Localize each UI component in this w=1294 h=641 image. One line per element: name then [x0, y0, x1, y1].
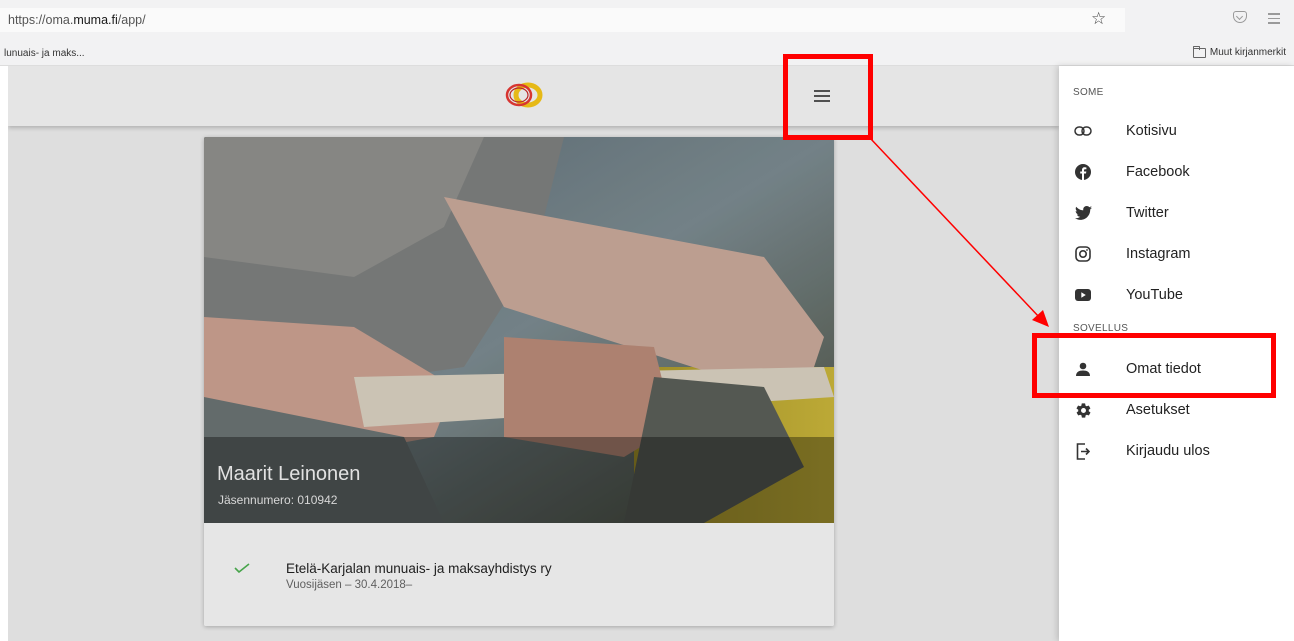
other-bookmarks-label: Muut kirjanmerkit: [1209, 47, 1286, 58]
member-number: Jäsennumero: 010942: [218, 493, 338, 507]
member-name: Maarit Leinonen: [217, 463, 361, 485]
twitter-icon: [1073, 204, 1093, 222]
youtube-icon: [1073, 286, 1093, 304]
gear-icon: [1073, 401, 1093, 419]
bookmark-item[interactable]: lunuais- ja maks...: [4, 48, 85, 59]
bookmark-star-icon[interactable]: ☆: [1091, 9, 1106, 29]
membership-detail: Vuosijäsen – 30.4.2018–: [286, 579, 413, 591]
drawer-item-instagram[interactable]: Instagram: [1059, 233, 1294, 273]
muma-logo: [505, 82, 543, 108]
drawer-item-label: Asetukset: [1126, 402, 1190, 418]
logout-icon: [1073, 442, 1093, 460]
instagram-icon: [1073, 245, 1093, 263]
drawer-item-twitter[interactable]: Twitter: [1059, 192, 1294, 232]
app-header: [8, 66, 1059, 126]
drawer-item-label: Facebook: [1126, 164, 1190, 180]
profile-card: Maarit Leinonen Jäsennumero: 010942 Etel…: [204, 137, 834, 626]
facebook-icon: [1073, 163, 1093, 181]
annotation-box-omat-tiedot: [1032, 333, 1276, 398]
other-bookmarks[interactable]: Muut kirjanmerkit: [1192, 45, 1286, 58]
drawer-item-label: Twitter: [1126, 205, 1169, 221]
browser-menu-icon[interactable]: [1268, 13, 1280, 27]
drawer-item-label: Instagram: [1126, 246, 1191, 262]
drawer-item-kotisivu[interactable]: Kotisivu: [1059, 110, 1294, 150]
organization-name: Etelä-Karjalan munuais- ja maksayhdistys…: [286, 561, 552, 576]
drawer-item-youtube[interactable]: YouTube: [1059, 274, 1294, 314]
membership-row[interactable]: Etelä-Karjalan munuais- ja maksayhdistys…: [204, 523, 834, 626]
section-some-label: SOME: [1073, 87, 1104, 98]
drawer-item-label: YouTube: [1126, 287, 1183, 303]
folder-icon: [1192, 45, 1206, 58]
address-bar[interactable]: [0, 8, 1125, 32]
check-icon: [234, 563, 250, 573]
drawer-item-kirjaudu-ulos[interactable]: Kirjaudu ulos: [1059, 430, 1294, 470]
address-url[interactable]: https://oma.muma.fi/app/: [8, 13, 146, 27]
bookmarks-bar: lunuais- ja maks... Muut kirjanmerkit: [0, 40, 1294, 66]
annotation-box-menu: [783, 54, 873, 140]
drawer-item-label: Kotisivu: [1126, 123, 1177, 139]
browser-toolbar: https://oma.muma.fi/app/ ☆: [0, 0, 1294, 40]
drawer-item-label: Kirjaudu ulos: [1126, 443, 1210, 459]
pocket-icon[interactable]: [1233, 11, 1247, 23]
app-content: Maarit Leinonen Jäsennumero: 010942 Etel…: [8, 66, 1059, 641]
drawer-item-facebook[interactable]: Facebook: [1059, 151, 1294, 191]
link-icon: [1073, 122, 1093, 140]
